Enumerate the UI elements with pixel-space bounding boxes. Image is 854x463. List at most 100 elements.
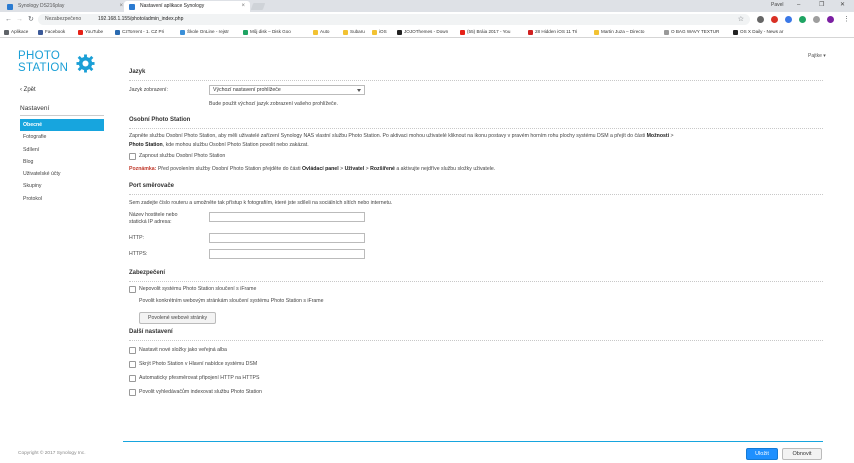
bookmark-star-icon[interactable]: ☆ <box>738 14 744 25</box>
bookmark-label: Můj disk – Disk Goo <box>250 29 291 34</box>
photo-station-logo: PHOTO STATION <box>18 50 68 74</box>
sidebar-title: Nastavení <box>20 105 50 112</box>
bookmark-label: Martin Juza – Directo <box>601 29 645 34</box>
extension-icon[interactable] <box>771 16 778 23</box>
extension-icon[interactable] <box>813 16 820 23</box>
extension-icon[interactable] <box>757 16 764 23</box>
sidebar-item-general[interactable]: Obecné <box>20 119 104 132</box>
bookmark-label: O BAG WAVY TEXTUR <box>671 29 720 34</box>
bookmark-item[interactable]: Škole OnLine - rejstr <box>180 27 229 37</box>
redirect-https-label[interactable]: Automaticky přesměrovat připojení HTTP n… <box>139 375 259 382</box>
section-divider <box>129 340 823 341</box>
logo-line-photo: PHOTO <box>18 50 61 62</box>
sidebar-item-blog[interactable]: Blog <box>20 156 104 168</box>
public-albums-label[interactable]: Nastavit nové složky jako veřejná alba <box>139 347 227 354</box>
not-secure-label[interactable]: Nezabezpečeno <box>45 14 81 25</box>
bookmark-label: Auto <box>320 29 330 34</box>
close-window-icon[interactable]: ✕ <box>840 0 845 11</box>
bookmark-item[interactable]: Subaru <box>343 27 365 37</box>
copyright: Copyright © 2017 Synology Inc. <box>18 451 86 456</box>
bookmark-item[interactable]: YouTube <box>78 27 103 37</box>
section-title-language: Jazyk <box>129 69 146 75</box>
bookmark-favicon-icon <box>594 29 599 35</box>
public-albums-checkbox[interactable] <box>129 347 136 354</box>
bookmark-favicon-icon <box>528 29 533 35</box>
hide-in-dsm-label[interactable]: Skrýt Photo Station v Hlavní nabídce sys… <box>139 361 257 368</box>
synology-favicon-icon <box>7 4 13 10</box>
bookmark-favicon-icon <box>460 29 465 35</box>
url-text[interactable]: 192.168.1.155/photo/admin_index.php <box>98 14 183 25</box>
bookmark-favicon-icon <box>78 29 83 35</box>
bookmark-label: (55) Bráia 2017 - You <box>467 29 511 34</box>
language-select[interactable]: Výchozí nastavení prohlížeče <box>209 85 365 95</box>
back-link[interactable]: ‹ Zpět <box>20 87 36 93</box>
bookmark-item[interactable]: CzTorrent - 1. CZ Pri <box>115 27 164 37</box>
extension-icon[interactable] <box>827 16 834 23</box>
hide-in-dsm-checkbox[interactable] <box>129 361 136 368</box>
disallow-iframe-label[interactable]: Nepovolit systému Photo Station sloučení… <box>139 286 256 293</box>
forward-arrow-icon[interactable]: → <box>16 14 23 25</box>
address-bar[interactable]: Nezabezpečeno 192.168.1.155/photo/admin_… <box>38 14 750 25</box>
section-divider <box>129 194 823 195</box>
redirect-https-checkbox[interactable] <box>129 375 136 382</box>
bookmark-favicon-icon <box>343 29 348 35</box>
http-label: HTTP: <box>129 235 144 241</box>
https-port-input[interactable] <box>209 249 365 259</box>
photo-station-app: PHOTO STATION Pajtke ▾ ‹ Zpět Nastavení … <box>0 38 854 463</box>
disallow-iframe-checkbox[interactable] <box>129 286 136 293</box>
bookmark-item[interactable]: JOJOThemes - Down <box>397 27 448 37</box>
logo-gear-icon <box>76 54 95 73</box>
allowed-websites-button[interactable]: Povolené webové stránky <box>139 312 217 324</box>
section-divider <box>129 80 823 81</box>
tab-title: Synology DS216play <box>18 3 65 9</box>
sidebar-item-user-accounts[interactable]: Uživatelské účty <box>20 168 104 180</box>
extension-icon[interactable] <box>785 16 792 23</box>
bookmark-favicon-icon <box>180 29 185 35</box>
personal-photo-station-checkbox[interactable] <box>129 153 136 160</box>
back-arrow-icon[interactable]: ← <box>5 14 12 25</box>
personal-photo-station-label[interactable]: Zapnout službu Osobní Photo Station <box>139 153 225 160</box>
bookmark-item[interactable]: Facebook <box>38 27 65 37</box>
bookmark-label: JOJOThemes - Down <box>404 29 449 34</box>
bookmark-item[interactable]: iOS <box>372 27 387 37</box>
sidebar-item-sharing[interactable]: Sdílení <box>20 144 104 156</box>
save-button[interactable]: Uložit <box>746 448 778 460</box>
section-title-personal: Osobní Photo Station <box>129 117 191 123</box>
minimize-icon[interactable]: – <box>797 0 800 11</box>
browser-tab-settings[interactable]: Nastavení aplikace Synology × <box>124 1 250 12</box>
browser-tab-synology[interactable]: Synology DS216play × <box>2 1 128 12</box>
sidebar-item-log[interactable]: Protokol <box>20 193 104 205</box>
bookmark-item[interactable]: Aplikace <box>4 27 28 37</box>
footer-divider <box>123 441 823 442</box>
hostname-label: Název hostitele nebo statická IP adresa: <box>129 212 178 225</box>
bookmark-label: Subaru <box>350 29 365 34</box>
reset-button[interactable]: Obnovit <box>782 448 822 460</box>
sidebar-item-photos[interactable]: Fotografie <box>20 131 104 143</box>
personal-note: Poznámka: Před povolením služby Osobní P… <box>129 166 496 172</box>
tab-title: Nastavení aplikace Synology <box>140 3 205 9</box>
bookmark-item[interactable]: Martin Juza – Directo <box>594 27 644 37</box>
section-title-router-port: Port směrovače <box>129 183 175 189</box>
maximize-icon[interactable]: ❐ <box>819 0 824 11</box>
bookmark-item[interactable]: (55) Bráia 2017 - You <box>460 27 510 37</box>
sidebar-item-groups[interactable]: Skupiny <box>20 180 104 192</box>
bookmark-item[interactable]: O BAG WAVY TEXTUR <box>664 27 719 37</box>
bookmark-item[interactable]: OS X Daily - News ar <box>733 27 783 37</box>
extension-icon[interactable] <box>799 16 806 23</box>
allow-indexing-label[interactable]: Povolit vyhledávačům indexovat službu Ph… <box>139 389 262 396</box>
close-tab-icon[interactable]: × <box>119 1 123 12</box>
bookmark-favicon-icon <box>733 29 738 35</box>
bookmark-item[interactable]: Můj disk – Disk Goo <box>243 27 291 37</box>
bookmark-favicon-icon <box>372 29 377 35</box>
http-port-input[interactable] <box>209 233 365 243</box>
bookmark-item[interactable]: Auto <box>313 27 329 37</box>
browser-profile-name[interactable]: Pavel <box>771 1 784 10</box>
hostname-input[interactable] <box>209 212 365 222</box>
reload-icon[interactable]: ↻ <box>28 14 34 25</box>
new-tab-button[interactable] <box>250 3 266 10</box>
allow-indexing-checkbox[interactable] <box>129 389 136 396</box>
bookmark-item[interactable]: 28 Hidden iOS 11 Tri <box>528 27 577 37</box>
bookmark-favicon-icon <box>4 29 9 35</box>
browser-menu-icon[interactable]: ⋮ <box>843 14 850 25</box>
close-tab-icon[interactable]: × <box>241 1 245 12</box>
